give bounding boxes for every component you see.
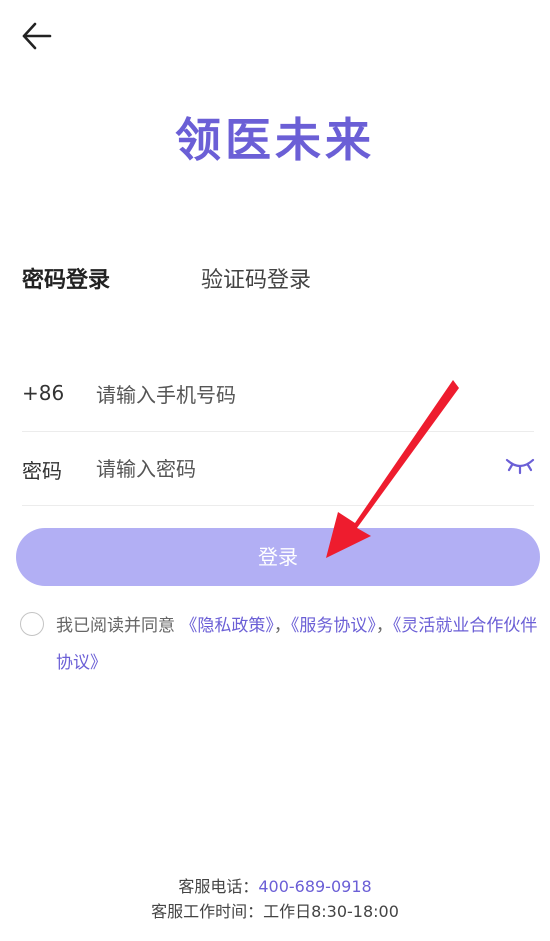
hours-label: 客服工作时间： <box>151 902 264 921</box>
password-visibility-toggle[interactable] <box>504 452 536 478</box>
agreement-separator: ， <box>273 616 291 636</box>
arrow-left-icon <box>22 22 52 50</box>
password-label: 密码 <box>22 459 62 483</box>
country-code[interactable]: +86 <box>22 381 64 405</box>
back-button[interactable] <box>14 16 58 56</box>
privacy-policy-link[interactable]: 《隐私政策》 <box>180 616 274 636</box>
agreement-text: 我已阅读并同意 《隐私政策》，《服务协议》，《灵活就业合作伙伴协议》 <box>56 608 544 682</box>
customer-service-hours: 客服工作时间：工作日8:30-18:00 <box>0 898 550 922</box>
phone-input[interactable] <box>96 378 476 412</box>
phone-label: 客服电话： <box>178 877 259 896</box>
service-agreement-link[interactable]: 《服务协议》 <box>291 616 376 636</box>
hours-value: 工作日8:30-18:00 <box>263 902 399 921</box>
divider <box>22 431 534 432</box>
phone-number-link[interactable]: 400-689-0918 <box>258 877 371 896</box>
divider <box>22 505 534 506</box>
login-button[interactable]: 登录 <box>16 528 540 586</box>
tab-password-login[interactable]: 密码登录 <box>22 262 110 294</box>
agreement-checkbox[interactable] <box>20 612 44 636</box>
customer-service-phone: 客服电话：400-689-0918 <box>0 873 550 897</box>
agreement-separator: ， <box>375 616 393 636</box>
app-title: 领医未来 <box>175 113 375 167</box>
eye-closed-icon <box>505 458 535 475</box>
agreement-prefix: 我已阅读并同意 <box>56 616 175 636</box>
password-input[interactable] <box>96 452 476 486</box>
tab-sms-login[interactable]: 验证码登录 <box>201 262 311 294</box>
